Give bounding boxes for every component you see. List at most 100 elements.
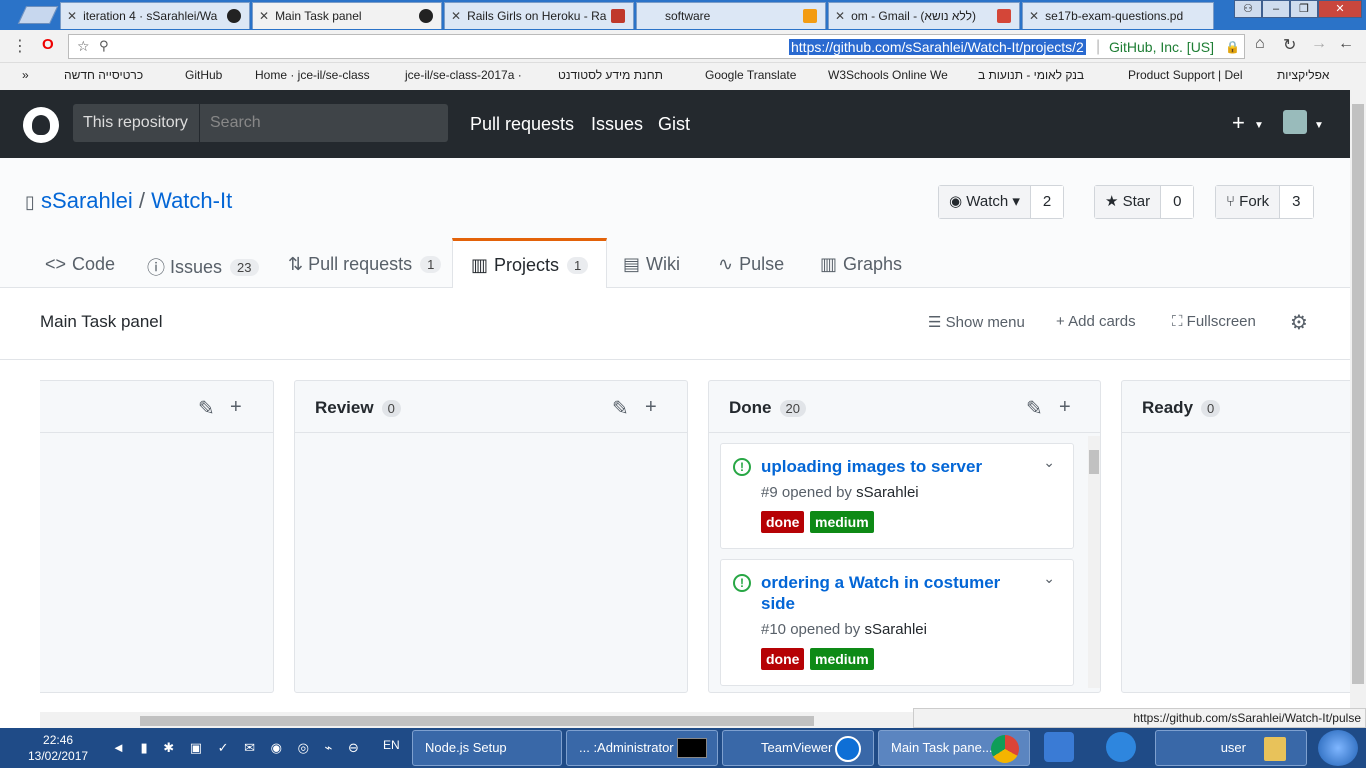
- nav-gist[interactable]: Gist: [658, 114, 690, 135]
- close-icon[interactable]: ✕: [1029, 9, 1039, 23]
- chevron-down-icon[interactable]: ⌄: [1043, 454, 1055, 471]
- tab-pull-requests[interactable]: ⇅ Pull requests 1: [288, 254, 442, 275]
- site-identity[interactable]: GitHub, Inc. [US]: [1109, 39, 1214, 55]
- browser-tab[interactable]: ✕ om - Gmail - (ללא נושא): [828, 2, 1020, 29]
- repo-name[interactable]: Watch-It: [151, 188, 232, 213]
- label-medium[interactable]: medium: [810, 648, 874, 670]
- show-menu-button[interactable]: ☰ Show menu: [928, 313, 1025, 331]
- plus-icon[interactable]: +: [1059, 396, 1071, 419]
- clock[interactable]: 22:46 13/02/2017: [28, 732, 88, 764]
- pencil-icon[interactable]: ✎: [198, 396, 215, 421]
- back-icon[interactable]: ←: [1338, 35, 1354, 53]
- issue-title[interactable]: uploading images to server: [761, 456, 1021, 477]
- issue-author[interactable]: sSarahlei: [856, 484, 919, 501]
- pencil-icon[interactable]: ✎: [612, 396, 629, 421]
- issue-card[interactable]: ! uploading images to server ⌄ #9 opened…: [720, 443, 1074, 549]
- browser-tab[interactable]: ✕ iteration 4 · sSarahlei/Wa: [60, 2, 250, 29]
- user-profile-button[interactable]: ⚇: [1234, 0, 1262, 18]
- browser-tab-active[interactable]: ✕ Main Task panel: [252, 2, 442, 29]
- plus-icon[interactable]: +: [230, 396, 242, 419]
- taskbar-node-setup[interactable]: Node.js Setup: [412, 730, 562, 766]
- bookmark[interactable]: W3Schools Online We: [828, 68, 948, 82]
- tab-wiki[interactable]: ▤ Wiki: [623, 254, 680, 275]
- scrollbar-thumb[interactable]: [140, 716, 814, 726]
- bookmark[interactable]: Home · jce-il/se-class: [255, 68, 370, 82]
- column-scrollbar[interactable]: [1088, 436, 1100, 688]
- label-medium[interactable]: medium: [810, 511, 874, 533]
- chevron-down-icon[interactable]: ⌄: [1043, 570, 1055, 587]
- home-icon[interactable]: ⌂: [1255, 35, 1265, 53]
- github-logo-icon[interactable]: [23, 107, 59, 143]
- url-text[interactable]: https://github.com/sSarahlei/Watch-It/pr…: [789, 39, 1086, 55]
- taskbar-chrome[interactable]: Main Task pane...: [878, 730, 1030, 766]
- avatar[interactable]: [1283, 110, 1307, 134]
- tab-code[interactable]: <> Code: [45, 254, 115, 275]
- tab-projects[interactable]: ▥ Projects 1: [452, 238, 608, 289]
- fork-count[interactable]: 3: [1280, 186, 1313, 218]
- watch-button[interactable]: ◉ Watch ▾: [939, 186, 1031, 218]
- bookmarks-overflow[interactable]: »: [22, 68, 29, 82]
- issue-title[interactable]: ordering a Watch in costumer side: [761, 572, 1021, 614]
- label-done[interactable]: done: [761, 648, 805, 670]
- scrollbar-thumb[interactable]: [1352, 104, 1364, 684]
- opera-icon[interactable]: O: [42, 36, 54, 53]
- reload-icon[interactable]: ↻: [1283, 35, 1296, 55]
- pencil-icon[interactable]: ✎: [1026, 396, 1043, 421]
- plus-icon[interactable]: +: [645, 396, 657, 419]
- bookmark[interactable]: GitHub: [185, 68, 222, 82]
- tab-issues[interactable]: ⓘ Issues 23: [147, 254, 259, 280]
- close-window-button[interactable]: ✕: [1318, 0, 1362, 18]
- chevron-down-icon[interactable]: ▼: [1254, 120, 1264, 131]
- bookmark[interactable]: בנק לאומי - תנועות ב: [978, 68, 1084, 82]
- internet-explorer-icon[interactable]: [1106, 732, 1136, 762]
- bookmark[interactable]: Google Translate: [705, 68, 796, 82]
- bookmark[interactable]: כרטיסייה חדשה: [64, 68, 143, 82]
- fullscreen-button[interactable]: ⛶ Fullscreen: [1172, 313, 1256, 330]
- start-button[interactable]: [1318, 730, 1358, 766]
- forward-icon[interactable]: →: [1311, 35, 1327, 53]
- browser-tab[interactable]: ✕ Rails Girls on Heroku - Ra: [444, 2, 634, 29]
- page-scrollbar[interactable]: [1350, 90, 1366, 712]
- star-count[interactable]: 0: [1161, 186, 1194, 218]
- nav-issues[interactable]: Issues: [591, 114, 643, 135]
- bookmark[interactable]: אפליקציות: [1277, 68, 1329, 82]
- menu-icon[interactable]: ⋮: [12, 36, 28, 56]
- language-indicator[interactable]: EN: [383, 738, 400, 752]
- browser-tab[interactable]: ✕ se17b-exam-questions.pd: [1022, 2, 1214, 29]
- close-icon[interactable]: ✕: [451, 9, 461, 23]
- maximize-button[interactable]: ❐: [1290, 0, 1318, 18]
- chevron-down-icon[interactable]: ▼: [1314, 120, 1324, 131]
- bookmark[interactable]: jce-il/se-class-2017a ·: [405, 68, 522, 82]
- nav-pull-requests[interactable]: Pull requests: [470, 114, 574, 135]
- media-player-icon[interactable]: [1044, 732, 1074, 762]
- add-cards-button[interactable]: + Add cards: [1056, 313, 1136, 330]
- bookmark[interactable]: תחנת מידע לסטודנט: [558, 68, 663, 82]
- bookmark[interactable]: Product Support | Del: [1128, 68, 1243, 82]
- star-button[interactable]: ★ Star: [1095, 186, 1162, 218]
- scrollbar-thumb[interactable]: [1089, 450, 1099, 474]
- search-input[interactable]: Search: [199, 104, 448, 142]
- close-icon[interactable]: ✕: [67, 9, 77, 23]
- taskbar-user-folder[interactable]: user: [1155, 730, 1307, 766]
- gear-icon[interactable]: ⚙: [1290, 310, 1308, 335]
- tab-graphs[interactable]: ▥ Graphs: [820, 254, 902, 275]
- close-icon[interactable]: ✕: [835, 9, 845, 23]
- issue-author[interactable]: sSarahlei: [864, 621, 927, 638]
- bookmark-star-icon[interactable]: ☆: [77, 38, 90, 55]
- taskbar-teamviewer[interactable]: TeamViewer: [722, 730, 874, 766]
- omnibox[interactable]: ☆ ⚲ https://github.com/sSarahlei/Watch-I…: [68, 34, 1245, 59]
- close-icon[interactable]: ✕: [259, 9, 269, 23]
- watch-count[interactable]: 2: [1030, 186, 1064, 218]
- search-scope[interactable]: This repository: [73, 104, 199, 142]
- tab-pulse[interactable]: ∿ Pulse: [718, 254, 784, 275]
- create-new-icon[interactable]: +: [1232, 110, 1245, 136]
- issue-card[interactable]: ! ordering a Watch in costumer side ⌄ #1…: [720, 559, 1074, 686]
- browser-tab[interactable]: software: [636, 2, 826, 29]
- repo-owner[interactable]: sSarahlei: [41, 188, 133, 213]
- minimize-button[interactable]: –: [1262, 0, 1290, 18]
- fork-button[interactable]: ⑂ Fork: [1216, 186, 1281, 218]
- taskbar-administrator[interactable]: ... :Administrator: [566, 730, 718, 766]
- label-done[interactable]: done: [761, 511, 805, 533]
- new-tab-button[interactable]: [17, 6, 59, 24]
- system-tray[interactable]: ◄ ▮ ✱ ▣ ✓ ✉ ◉ ◎ ⌁ ⊖: [112, 740, 365, 756]
